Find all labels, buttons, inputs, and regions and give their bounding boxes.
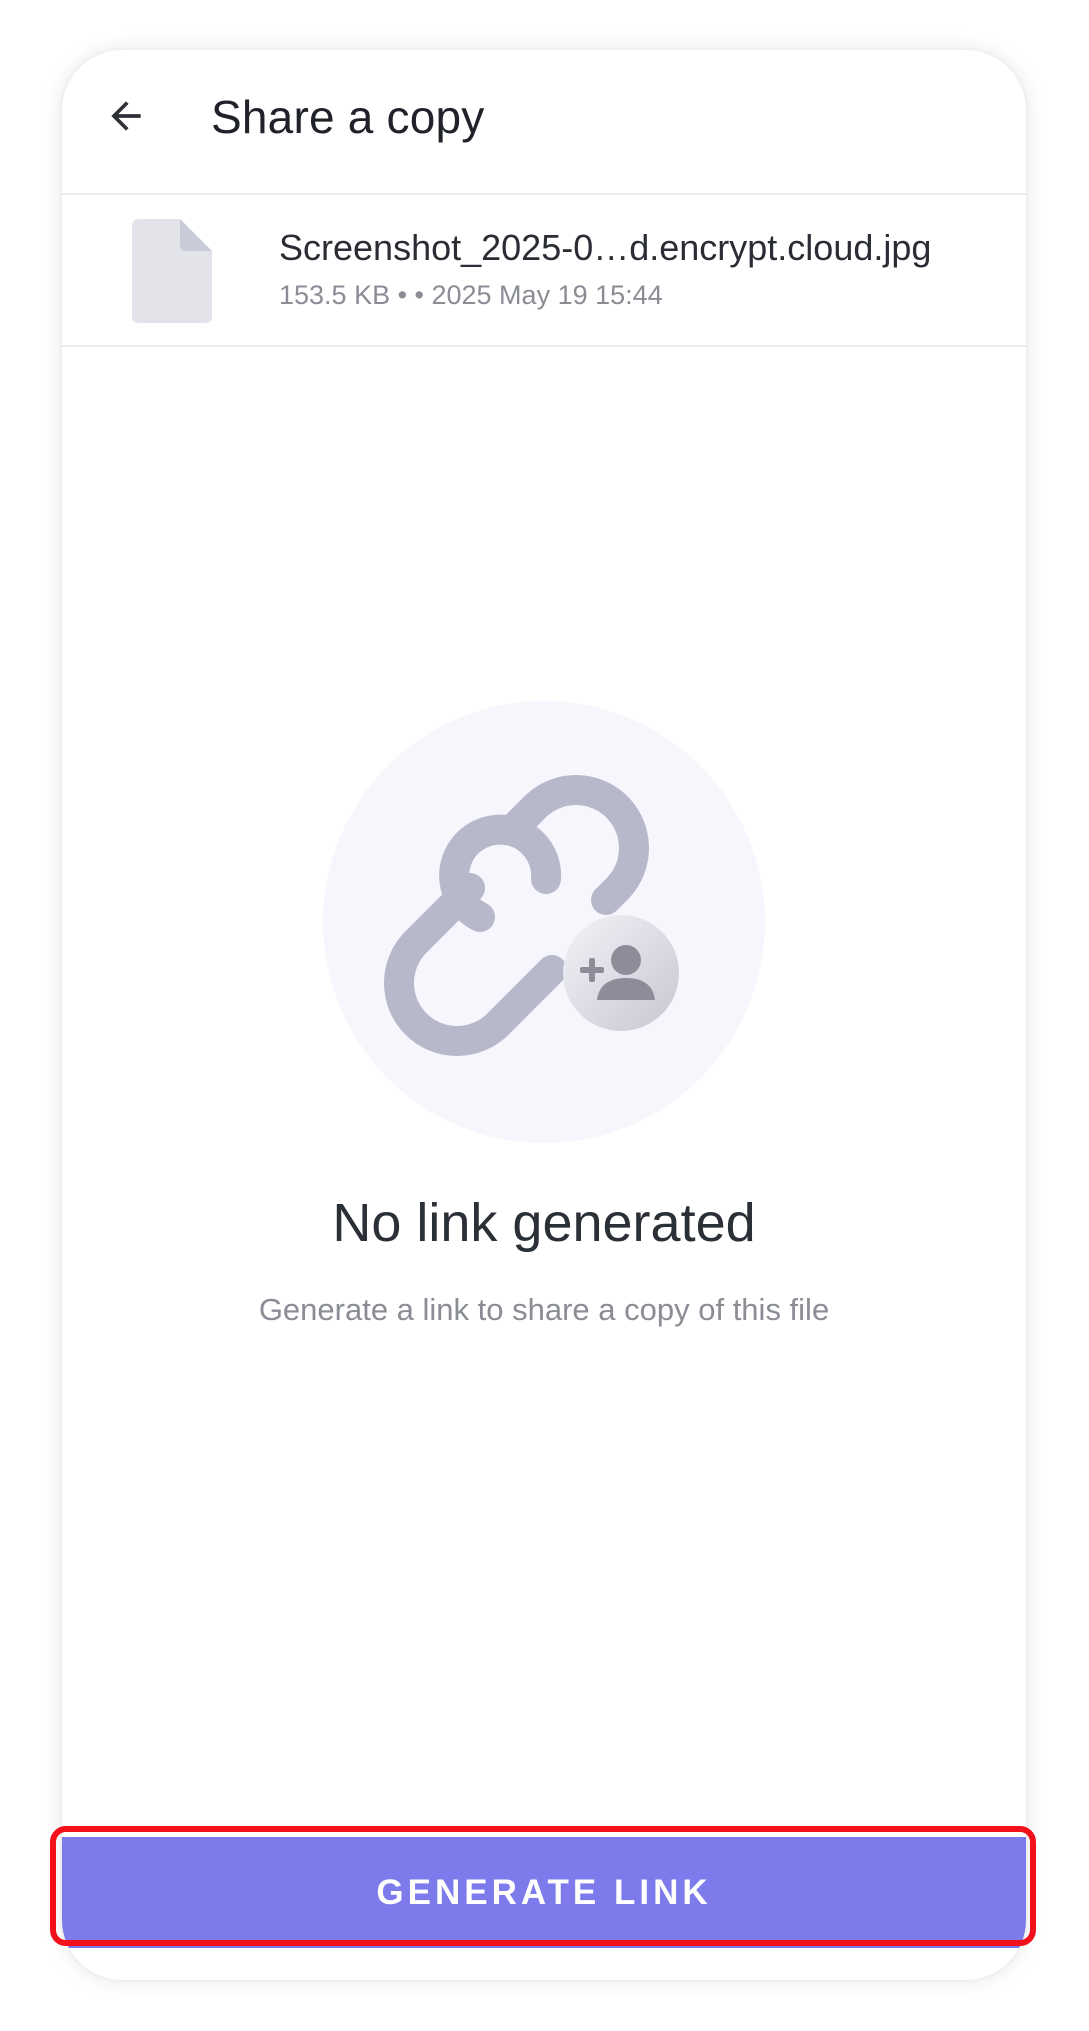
page-title: Share a copy (211, 91, 485, 143)
share-copy-dialog: Share a copy Screenshot_2025-0…d.encrypt… (62, 50, 1026, 1980)
file-name: Screenshot_2025-0…d.encrypt.cloud.jpg (279, 227, 932, 268)
generate-link-button[interactable]: GENERATE LINK (62, 1837, 1026, 1948)
file-info-row: Screenshot_2025-0…d.encrypt.cloud.jpg 15… (62, 195, 1026, 347)
file-meta: 153.5 KB • • 2025 May 19 15:44 (279, 280, 663, 310)
empty-state-subtitle: Generate a link to share a copy of this … (258, 1292, 830, 1327)
app-bar: Share a copy (62, 50, 1026, 195)
back-button[interactable] (96, 86, 156, 146)
arrow-left-icon (111, 101, 141, 131)
empty-state-title: No link generated (332, 1193, 756, 1253)
link-add-person-icon (323, 701, 765, 1143)
screen: Share a copy Screenshot_2025-0…d.encrypt… (0, 0, 1089, 2031)
file-icon (132, 219, 212, 323)
